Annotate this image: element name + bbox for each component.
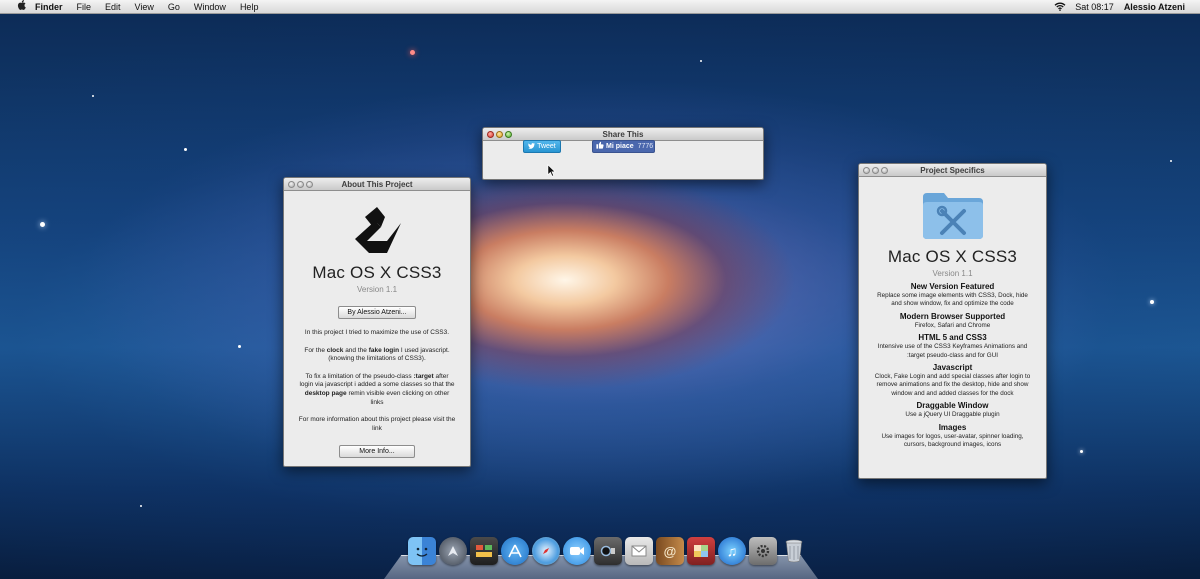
menu-file[interactable]: File: [70, 0, 99, 14]
star: [700, 60, 702, 62]
share-window: Share This Tweet Mi piace 7776: [482, 127, 764, 180]
app-version: Version 1.1: [356, 285, 398, 294]
minimize-button[interactable]: [496, 131, 503, 138]
utilities-folder-icon: [871, 189, 1034, 243]
window-title: Project Specifics: [920, 166, 985, 175]
zoom-button[interactable]: [306, 181, 313, 188]
dock: @ ♫: [408, 537, 808, 565]
specifics-list: New Version Featured Replace some image …: [871, 282, 1034, 449]
menu-window[interactable]: Window: [187, 0, 233, 14]
safari-icon[interactable]: [532, 537, 560, 565]
zoom-button[interactable]: [505, 131, 512, 138]
itunes-icon[interactable]: ♫: [718, 537, 746, 565]
star: [1170, 160, 1172, 162]
thumbs-up-icon: [596, 141, 606, 152]
wifi-icon[interactable]: [1054, 2, 1066, 11]
star: [238, 345, 241, 348]
star: [140, 505, 142, 507]
section-text: Firefox, Safari and Chrome: [914, 321, 991, 329]
menu-view[interactable]: View: [128, 0, 161, 14]
app-name: Mac OS X CSS3: [312, 263, 442, 282]
ichat-icon[interactable]: [563, 537, 591, 565]
section-text: Intensive use of the CSS3 Keyframes Anim…: [877, 343, 1028, 359]
star: [410, 50, 415, 55]
star: [1080, 450, 1083, 453]
app-name: Mac OS X CSS3: [887, 247, 1018, 266]
zoom-button[interactable]: [881, 167, 888, 174]
section-text: Use a jQuery UI Draggable plugin: [905, 411, 1000, 419]
close-button[interactable]: [487, 131, 494, 138]
close-button[interactable]: [863, 167, 870, 174]
section-text: Use images for logos, user-avatar, spinn…: [881, 432, 1024, 449]
like-count: 7776: [637, 143, 654, 150]
mouse-cursor-icon: [547, 163, 556, 182]
app-store-icon[interactable]: [501, 537, 529, 565]
trash-icon[interactable]: [780, 537, 808, 565]
specifics-window-titlebar[interactable]: Project Specifics: [859, 164, 1046, 177]
mail-icon[interactable]: [625, 537, 653, 565]
section-heading: Images: [938, 422, 967, 432]
specifics-window: Project Specifics Mac OS X CSS3 Version …: [858, 163, 1047, 479]
finder-icon[interactable]: [408, 537, 436, 565]
section-text: Replace some image elements with CSS3, D…: [877, 292, 1028, 308]
apple-menu-icon[interactable]: [14, 0, 28, 13]
menubar-clock[interactable]: Sat 08:17: [1070, 2, 1119, 12]
about-paragraph-1: In this project I tried to maximize the …: [304, 329, 450, 336]
menu-finder[interactable]: Finder: [28, 0, 70, 14]
about-paragraph-3: To fix a limitation of the pseudo-class …: [299, 372, 455, 406]
about-window-titlebar[interactable]: About This Project: [284, 178, 470, 191]
app-version: Version 1.1: [932, 269, 973, 278]
tweet-button[interactable]: Tweet: [523, 140, 561, 153]
star: [184, 148, 187, 151]
system-preferences-icon[interactable]: [749, 537, 777, 565]
section-heading: HTML 5 and CSS3: [918, 333, 987, 343]
photo-booth-icon[interactable]: [687, 537, 715, 565]
facebook-like-button[interactable]: Mi piace 7776: [592, 140, 655, 153]
section-text: Clock, Fake Login and add special classe…: [874, 373, 1031, 397]
section-heading: Draggable Window: [916, 401, 989, 411]
like-label: Mi piace: [606, 143, 634, 150]
about-paragraph-2: For the clock and the fake login I used …: [304, 346, 450, 363]
close-button[interactable]: [288, 181, 295, 188]
minimize-button[interactable]: [872, 167, 879, 174]
menu-go[interactable]: Go: [161, 0, 187, 14]
facetime-icon[interactable]: [594, 537, 622, 565]
section-heading: Modern Browser Supported: [899, 311, 1006, 321]
star: [92, 95, 94, 97]
twitter-bird-icon: [528, 143, 537, 150]
project-logo-icon: [298, 205, 456, 257]
mission-control-icon[interactable]: [470, 537, 498, 565]
menu-help[interactable]: Help: [233, 0, 266, 14]
minimize-button[interactable]: [297, 181, 304, 188]
star: [1150, 300, 1154, 304]
window-title: About This Project: [341, 180, 413, 189]
about-paragraph-4: For more information about this project …: [298, 416, 456, 432]
section-heading: Javascript: [932, 363, 973, 373]
author-button[interactable]: By Alessio Atzeni...: [338, 306, 416, 319]
more-info-button[interactable]: More Info...: [339, 445, 415, 459]
address-book-icon[interactable]: @: [656, 537, 684, 565]
section-heading: New Version Featured: [910, 282, 995, 291]
tweet-label: Tweet: [537, 143, 556, 150]
menu-edit[interactable]: Edit: [98, 0, 128, 14]
menubar-user[interactable]: Alessio Atzeni: [1119, 2, 1190, 12]
menubar: Finder File Edit View Go Window Help Sat…: [0, 0, 1200, 14]
launchpad-icon[interactable]: [439, 537, 467, 565]
about-window: About This Project Mac OS X CSS3 Version…: [283, 177, 471, 467]
star: [40, 222, 45, 227]
window-title: Share This: [602, 130, 644, 139]
